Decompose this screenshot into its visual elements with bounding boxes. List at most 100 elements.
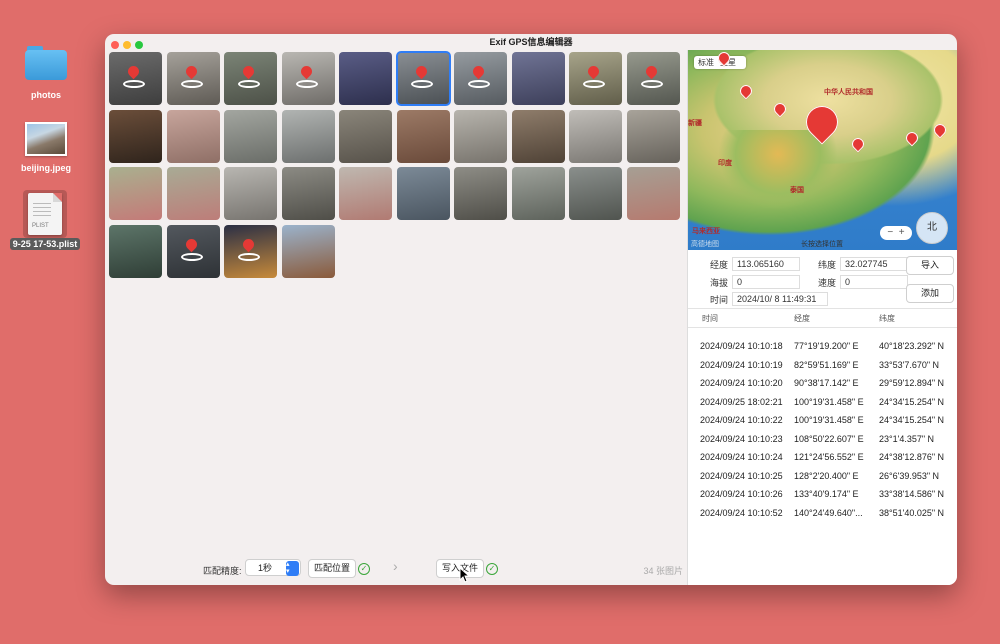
table-row[interactable]: 2024/09/24 10:10:22 100°19'31.458" E 24°34…	[688, 411, 957, 430]
next-arrow-icon[interactable]: ›	[393, 558, 398, 574]
map-label-malaysia: 马来西亚	[692, 228, 720, 235]
photo-thumbnail[interactable]	[109, 109, 162, 163]
photo-thumbnail[interactable]	[224, 167, 277, 220]
photo-thumbnail[interactable]	[569, 52, 622, 105]
table-row[interactable]: 2024/09/24 10:10:52 140°24'49.640"... 38°5…	[688, 504, 957, 523]
photo-thumbnail[interactable]	[166, 224, 220, 278]
photo-thumbnail[interactable]	[626, 167, 680, 220]
photo-thumbnail[interactable]	[224, 224, 277, 278]
photo-thumbnail[interactable]	[281, 52, 335, 105]
photo-thumbnail[interactable]	[166, 167, 220, 220]
cell-time: 2024/09/24 10:10:23	[700, 433, 783, 444]
map-label-china: 中华人民共和国	[824, 89, 873, 96]
location-pin-icon	[125, 63, 142, 80]
photo-thumbnail[interactable]	[109, 167, 162, 220]
cell-latitude: 38°51'40.025" N	[879, 507, 945, 518]
altitude-field[interactable]: 0	[732, 275, 800, 289]
speed-field[interactable]: 0	[840, 275, 908, 289]
column-header-latitude[interactable]: 纬度	[879, 313, 895, 324]
match-location-button[interactable]: 匹配位置	[308, 559, 356, 578]
photo-thumbnail[interactable]	[511, 109, 565, 163]
map-label-india: 印度	[718, 160, 732, 167]
zoom-button[interactable]	[135, 41, 143, 49]
photo-thumbnail[interactable]	[626, 52, 680, 105]
table-row[interactable]: 2024/09/24 10:10:18 77°19'19.200" E 40°18'…	[688, 337, 957, 356]
photo-thumbnail[interactable]	[281, 167, 335, 220]
photo-thumbnail[interactable]	[569, 167, 622, 220]
table-row[interactable]: 2024/09/24 10:10:26 133°40'9.174" E 33°38'…	[688, 485, 957, 504]
photo-thumbnail[interactable]	[339, 167, 392, 220]
compass-icon[interactable]: 北	[916, 212, 948, 244]
latitude-label: 纬度	[818, 260, 837, 270]
add-button[interactable]: 添加	[906, 284, 954, 303]
photo-thumbnail[interactable]	[454, 109, 507, 163]
cell-longitude: 121°24'56.552" E	[794, 452, 864, 462]
photo-thumbnail[interactable]	[626, 109, 680, 163]
photo-thumbnail[interactable]	[166, 109, 220, 163]
desktop-icon-label: beijing.jpeg	[20, 163, 71, 173]
cell-longitude: 140°24'49.640"...	[794, 507, 863, 518]
photo-thumbnail[interactable]	[396, 167, 450, 220]
map-mode-standard[interactable]: 标准	[698, 58, 714, 67]
location-ring-icon	[410, 80, 433, 88]
table-row[interactable]: 2024/09/24 10:10:25 128°2'20.400" E 26°6'3…	[688, 467, 957, 486]
location-ring-icon	[295, 80, 318, 88]
precision-select[interactable]: 1秒 ▴ ▾	[245, 559, 301, 576]
photo-thumbnail[interactable]	[224, 109, 277, 163]
table-row[interactable]: 2024/09/25 18:02:21 100°19'31.458" E 24°34…	[688, 393, 957, 412]
photo-thumbnail[interactable]	[339, 109, 392, 163]
photo-thumbnail[interactable]	[281, 109, 335, 163]
desktop-icon-beijing-jpeg[interactable]: beijing.jpeg	[18, 122, 74, 173]
map-label-xinjiang: 新疆	[688, 120, 702, 127]
photo-thumbnail[interactable]	[339, 52, 392, 105]
table-row[interactable]: 2024/09/24 10:10:23 108°50'22.607" E 23°1'…	[688, 430, 957, 449]
cell-latitude: 24°38'12.876" N	[879, 452, 945, 462]
latitude-field[interactable]: 32.027745	[840, 257, 908, 271]
photo-thumbnail[interactable]	[395, 51, 451, 106]
zoom-in-button[interactable]: +	[899, 227, 905, 238]
desktop-icon-photos[interactable]: photos	[22, 46, 70, 100]
table-row[interactable]: 2024/09/24 10:10:24 121°24'56.552" E 24°38…	[688, 448, 957, 467]
cell-latitude: 33°53'7.670" N	[879, 359, 940, 370]
photo-thumbnail[interactable]	[109, 224, 162, 278]
cell-longitude: 133°40'9.174" E	[794, 489, 859, 499]
mouse-cursor-icon	[459, 567, 471, 583]
column-header-time[interactable]: 时间	[702, 313, 718, 324]
column-header-longitude[interactable]: 经度	[794, 313, 810, 324]
photo-count: 34 张图片	[643, 566, 683, 576]
plist-file-icon: PLIST	[28, 193, 62, 235]
map-view[interactable]: 标准 卫星 中华人民共和国 新疆 印度 泰国 马来西亚 高德地图 长按选择位置 −…	[688, 50, 957, 250]
photo-thumbnail[interactable]	[511, 167, 565, 220]
import-button[interactable]: 导入	[906, 256, 954, 275]
zoom-out-button[interactable]: −	[887, 227, 893, 238]
cell-time: 2024/09/24 10:10:18	[700, 341, 783, 351]
photo-thumbnail[interactable]	[454, 167, 507, 220]
desktop-icon-plist[interactable]: PLIST 9-25 17-53.plist	[8, 190, 82, 250]
photo-thumbnail[interactable]	[454, 52, 507, 105]
desktop-icon-label: 9-25 17-53.plist	[9, 238, 81, 250]
longitude-label: 经度	[710, 260, 729, 270]
longitude-field[interactable]: 113.065160	[732, 257, 800, 271]
photo-thumbnail[interactable]	[281, 224, 335, 278]
time-field[interactable]: 2024/10/ 8 11:49:31	[732, 292, 828, 306]
cell-longitude: 100°19'31.458" E	[794, 396, 864, 407]
photo-thumbnail[interactable]	[511, 52, 565, 105]
cell-latitude: 23°1'4.357" N	[879, 433, 935, 444]
photo-thumbnail[interactable]	[569, 109, 622, 163]
photo-thumbnail[interactable]	[109, 52, 162, 105]
photo-thumbnail[interactable]	[166, 52, 220, 105]
app-window: Exif GPS信息编辑器 匹配精度: 1秒 ▴▾ 匹配位置 ✓ › 写入文件 …	[105, 34, 957, 585]
location-ring-icon	[180, 252, 203, 261]
close-button[interactable]	[111, 41, 119, 49]
photo-thumbnail[interactable]	[224, 52, 277, 105]
table-row[interactable]: 2024/09/24 10:10:19 82°59'51.169" E 33°53'…	[688, 356, 957, 375]
minimize-button[interactable]	[123, 41, 131, 49]
time-label: 时间	[710, 295, 729, 305]
location-pin-icon	[413, 63, 429, 80]
speed-label: 速度	[818, 278, 837, 288]
table-row[interactable]: 2024/09/24 10:10:20 90°38'17.142" E 29°59'…	[688, 374, 957, 393]
location-pin-icon	[183, 236, 199, 252]
cell-longitude: 108°50'22.607" E	[794, 433, 864, 444]
photo-thumbnail[interactable]	[396, 109, 450, 163]
right-panel: 标准 卫星 中华人民共和国 新疆 印度 泰国 马来西亚 高德地图 长按选择位置 −…	[687, 50, 957, 585]
